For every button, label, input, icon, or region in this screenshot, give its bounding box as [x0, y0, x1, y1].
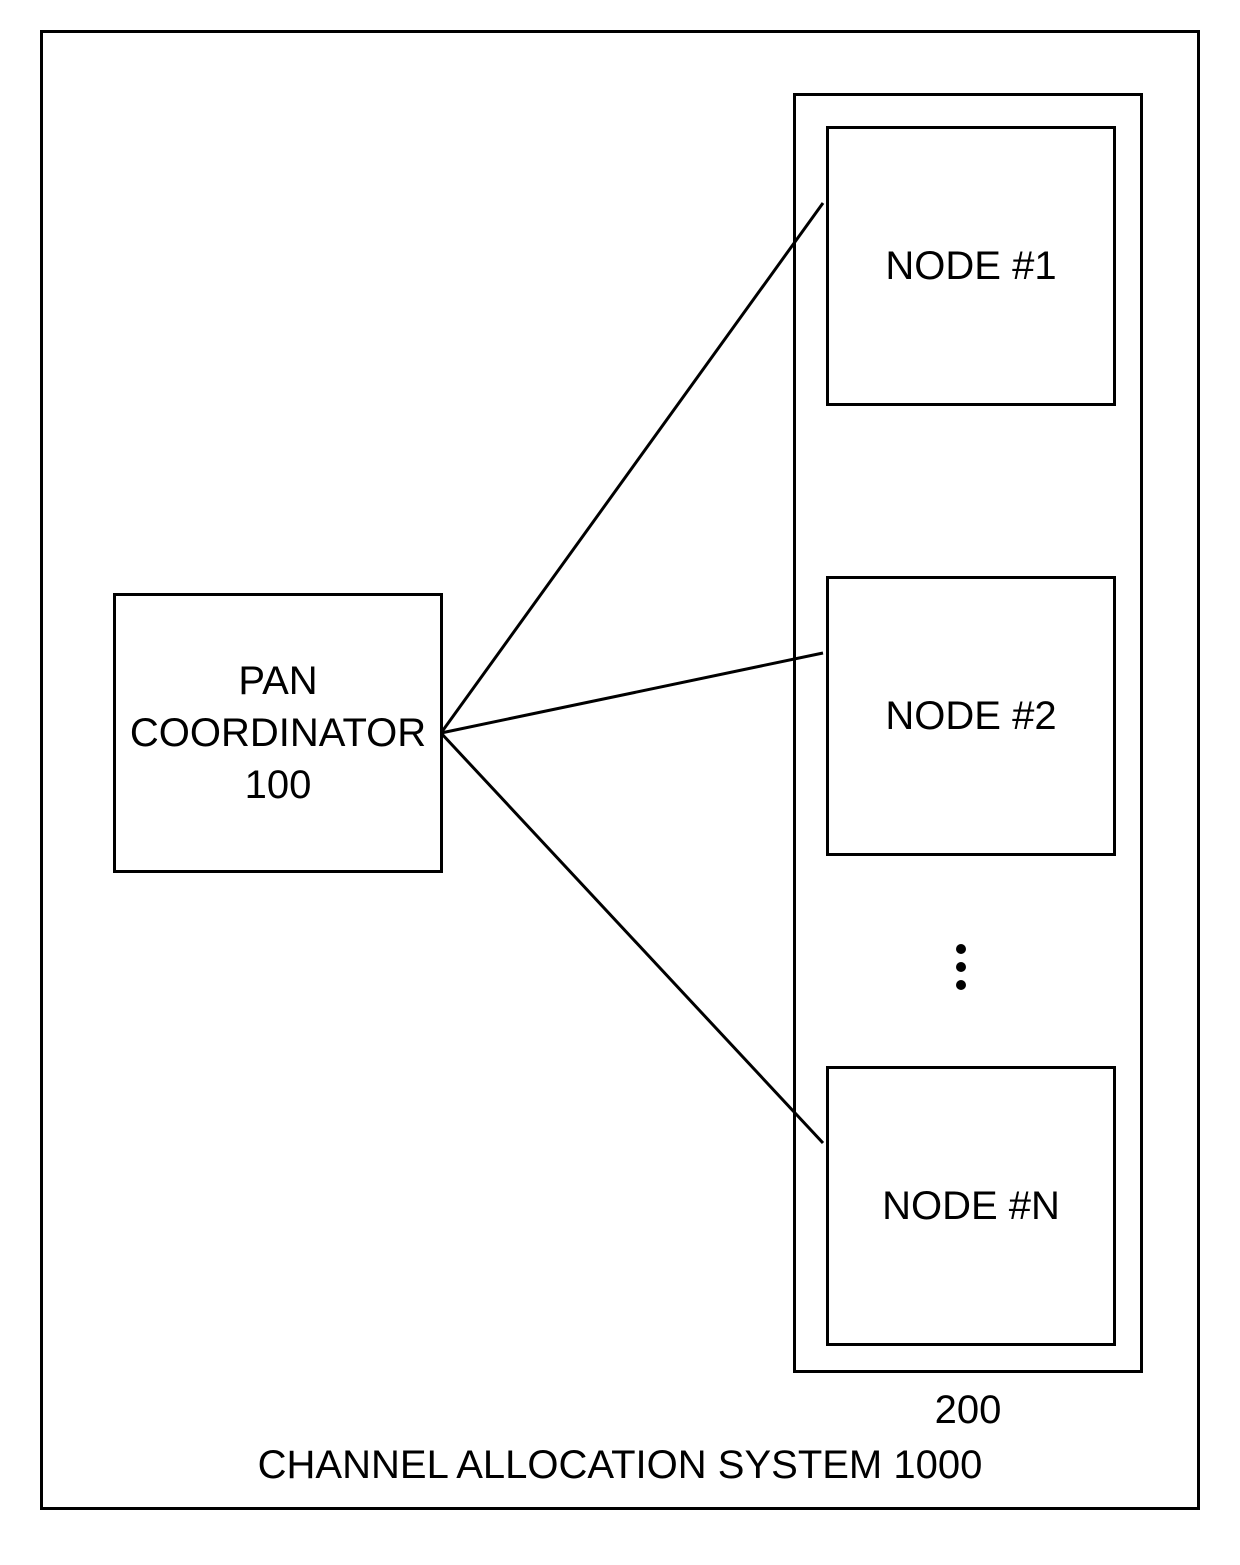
coordinator-line1: PAN: [238, 659, 317, 703]
coordinator-number: 100: [245, 763, 312, 807]
ellipsis-dots: [956, 936, 966, 998]
node-box-n: NODE #N: [826, 1066, 1116, 1346]
system-caption: CHANNEL ALLOCATION SYSTEM 1000: [43, 1443, 1197, 1488]
system-container: PAN COORDINATOR 100 NODE #1 NODE #2 NODE…: [40, 30, 1200, 1510]
node-box-2: NODE #2: [826, 576, 1116, 856]
node-box-1: NODE #1: [826, 126, 1116, 406]
node-n-label: NODE #N: [882, 1184, 1060, 1229]
coordinator-line2: COORDINATOR: [130, 711, 426, 755]
pan-coordinator-box: PAN COORDINATOR 100: [113, 593, 443, 873]
pan-coordinator-label: PAN COORDINATOR 100: [130, 655, 426, 811]
nodes-container-number: 200: [793, 1388, 1143, 1433]
node-1-label: NODE #1: [885, 244, 1056, 289]
node-2-label: NODE #2: [885, 694, 1056, 739]
nodes-container-box: NODE #1 NODE #2 NODE #N: [793, 93, 1143, 1373]
